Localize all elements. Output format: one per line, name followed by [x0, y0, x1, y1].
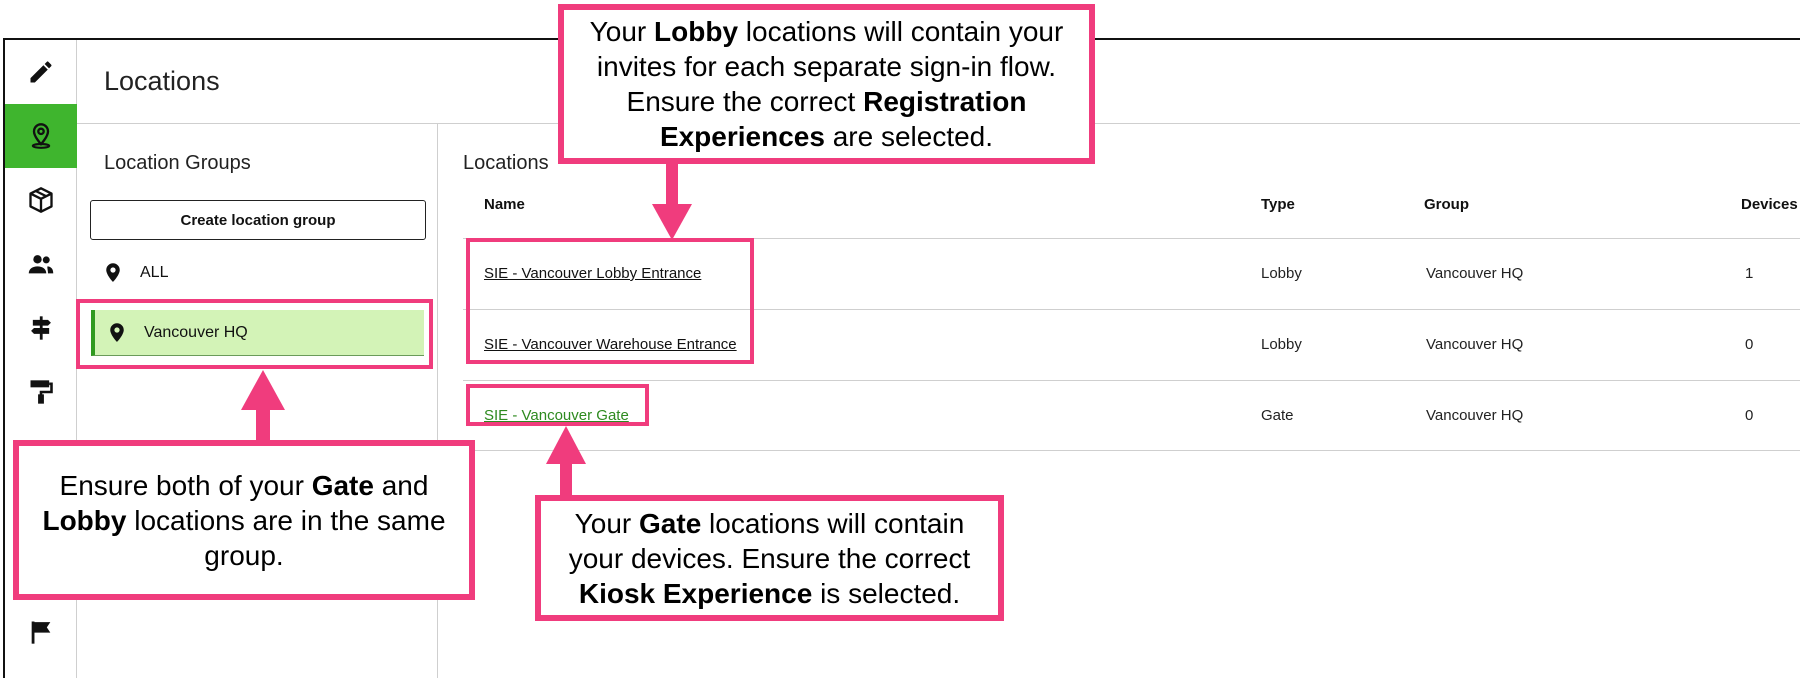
location-devices: 1: [1745, 265, 1754, 282]
sidebar-item-edit[interactable]: [5, 40, 77, 104]
box-icon: [29, 187, 53, 213]
location-pin-icon: [31, 123, 51, 149]
flag-icon: [31, 621, 51, 644]
highlight-box-vancouver-group: [76, 299, 433, 369]
highlight-box-gate-location: [466, 384, 649, 426]
location-group: Vancouver HQ: [1426, 336, 1524, 353]
highlight-box-lobby-locations: [466, 238, 754, 364]
sidebar-item-branding[interactable]: [5, 360, 77, 424]
callout-gate-locations: Your Gate locations will contain your de…: [535, 495, 1004, 621]
column-header-name[interactable]: Name: [484, 196, 525, 213]
column-header-devices[interactable]: Devices: [1741, 196, 1798, 213]
location-type: Gate: [1261, 407, 1294, 424]
column-header-group[interactable]: Group: [1424, 196, 1469, 213]
paint-roller-icon: [30, 380, 53, 404]
arrow-up-to-gate: [546, 426, 586, 500]
location-group: Vancouver HQ: [1426, 265, 1524, 282]
sidebar-item-flag[interactable]: [5, 600, 77, 664]
callout-same-group: Ensure both of your Gate and Lobby locat…: [13, 440, 475, 600]
people-icon: [28, 255, 54, 274]
location-devices: 0: [1745, 336, 1754, 353]
signpost-icon: [31, 316, 51, 340]
location-group: Vancouver HQ: [1426, 407, 1524, 424]
page-title: Locations: [104, 66, 220, 96]
location-type: Lobby: [1261, 336, 1302, 353]
create-location-group-button[interactable]: Create location group: [90, 200, 426, 240]
column-header-type[interactable]: Type: [1261, 196, 1295, 213]
location-type: Lobby: [1261, 265, 1302, 282]
sidebar-item-locations[interactable]: [5, 104, 77, 168]
sidebar-item-people[interactable]: [5, 232, 77, 296]
location-devices: 0: [1745, 407, 1754, 424]
locations-title: Locations: [463, 152, 549, 174]
table-row[interactable]: SIE - Vancouver Gate Gate Vancouver HQ 0: [463, 380, 1800, 451]
arrow-up-to-group: [241, 370, 285, 444]
callout-lobby-locations: Your Lobby locations will contain your i…: [558, 4, 1095, 164]
group-item-label: ALL: [140, 264, 169, 281]
sidebar-item-directions[interactable]: [5, 296, 77, 360]
arrow-down-to-lobby: [652, 160, 692, 240]
sidebar-item-packages[interactable]: [5, 168, 77, 232]
location-pin-icon: [106, 263, 120, 282]
location-groups-title: Location Groups: [104, 152, 251, 174]
pencil-icon: [30, 61, 52, 83]
group-item-all[interactable]: ALL: [91, 250, 424, 296]
